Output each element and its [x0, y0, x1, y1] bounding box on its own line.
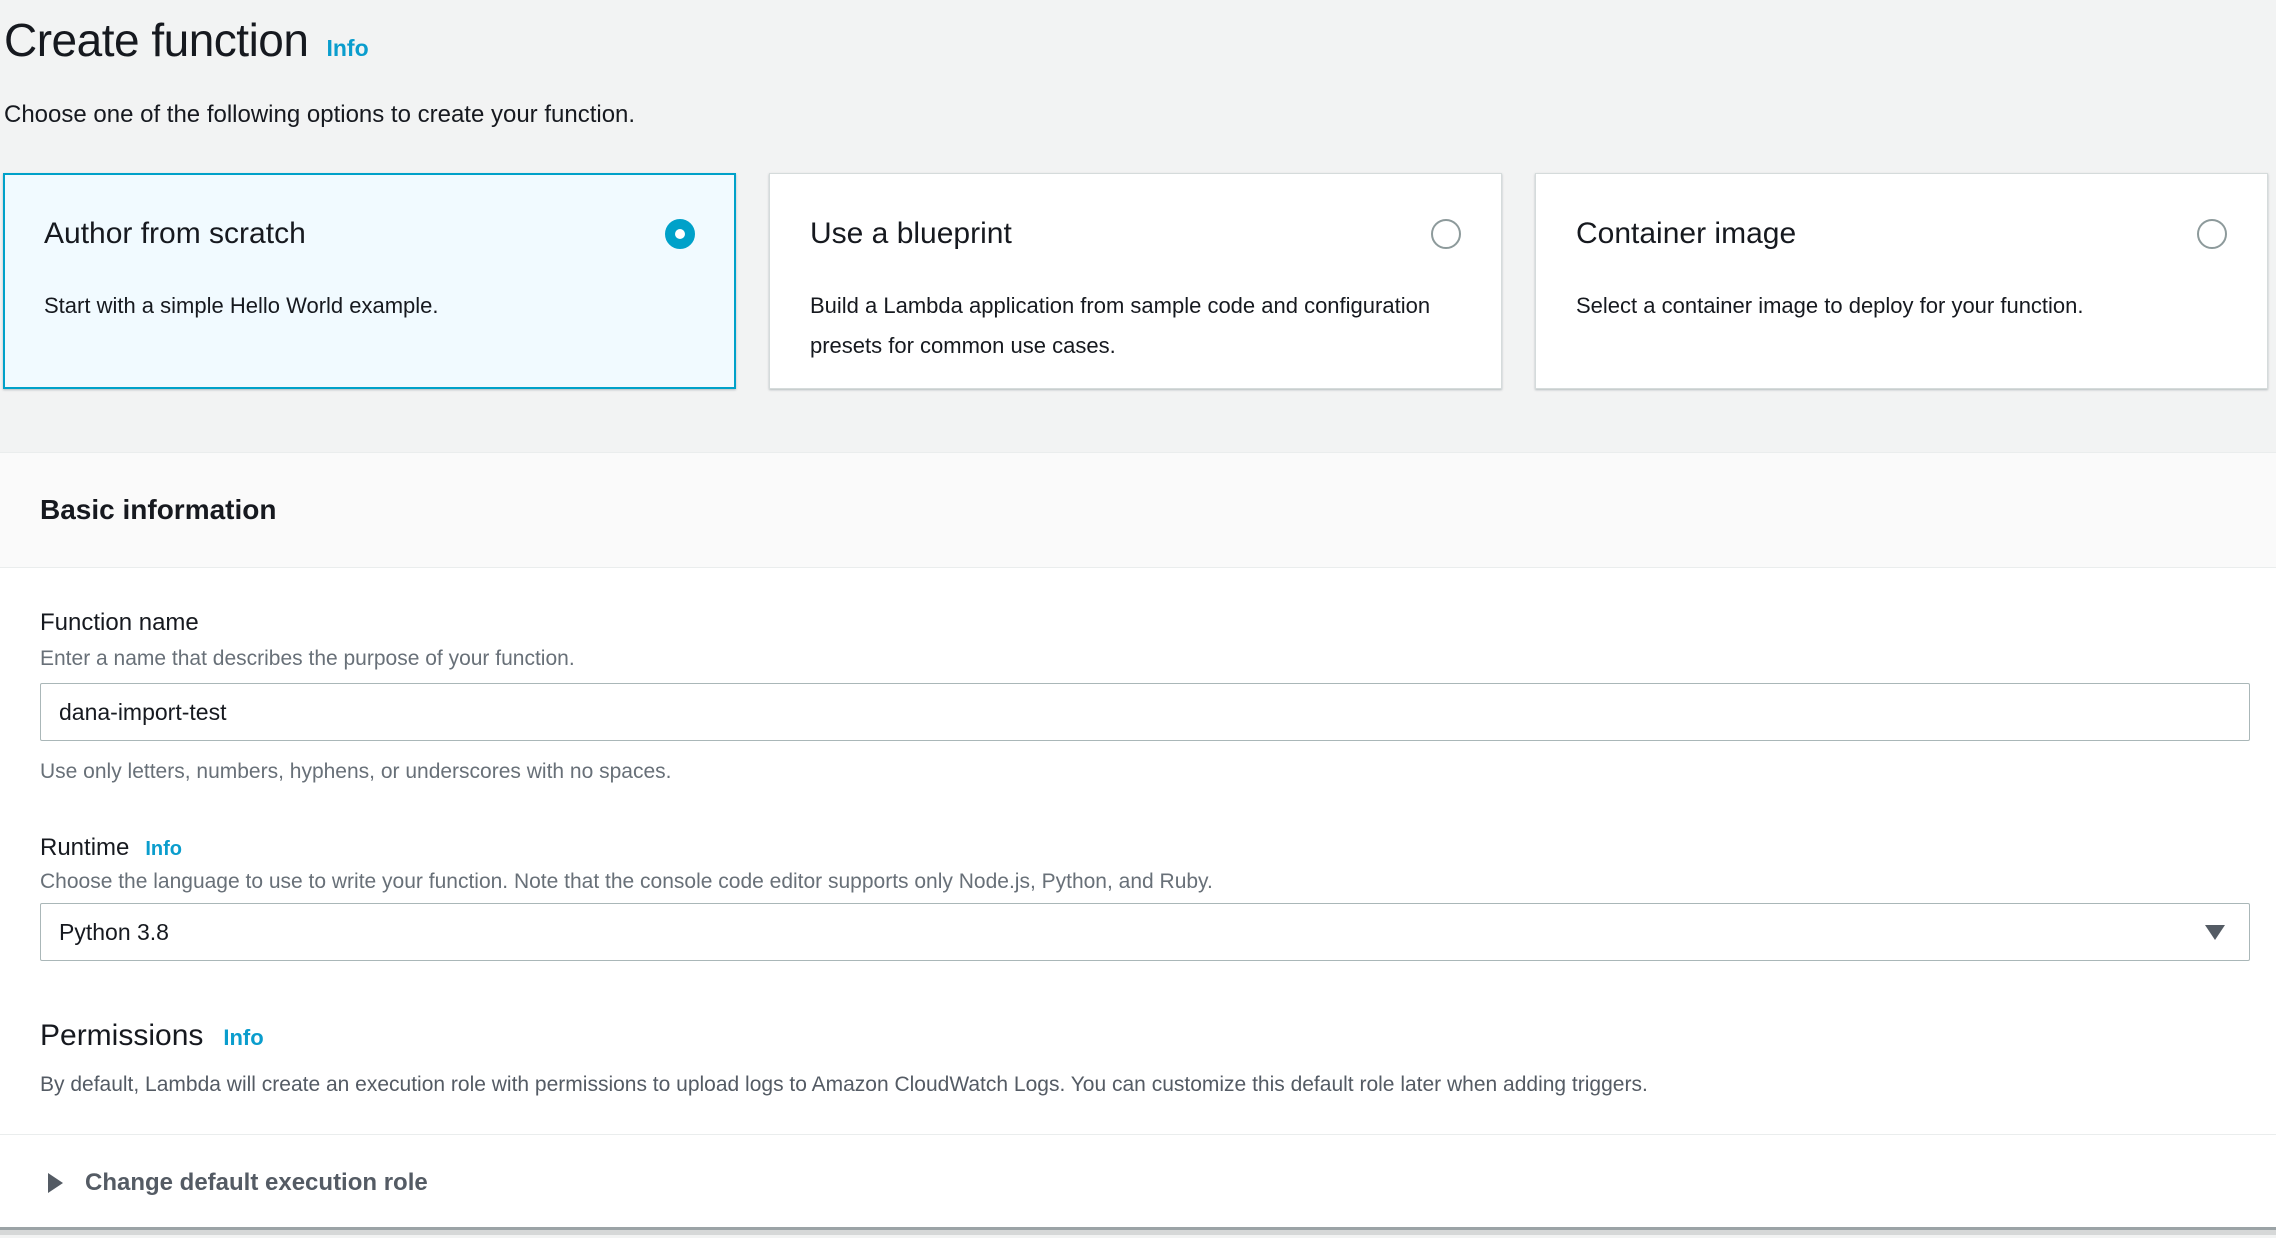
- option-card-title: Use a blueprint: [810, 216, 1012, 252]
- option-card-description: Build a Lambda application from sample c…: [810, 286, 1435, 366]
- option-card-description: Select a container image to deploy for y…: [1576, 286, 2201, 326]
- radio-unselected-icon[interactable]: [1431, 219, 1461, 249]
- option-card-container-image[interactable]: Container image Select a container image…: [1535, 173, 2268, 389]
- option-card-author-from-scratch[interactable]: Author from scratch Start with a simple …: [3, 173, 736, 389]
- permissions-heading: Permissions: [40, 1016, 203, 1056]
- change-default-execution-role-label: Change default execution role: [85, 1169, 428, 1197]
- title-row: Create function Info: [4, 12, 2276, 68]
- option-card-title: Container image: [1576, 216, 1796, 252]
- function-name-field-group: Function name Enter a name that describe…: [40, 608, 2250, 785]
- permissions-header: Permissions Info By default, Lambda will…: [40, 1016, 2250, 1098]
- permissions-description: By default, Lambda will create an execut…: [40, 1072, 2250, 1098]
- basic-information-body: Function name Enter a name that describe…: [0, 568, 2276, 1227]
- option-card-description: Start with a simple Hello World example.: [44, 286, 669, 326]
- radio-selected-icon[interactable]: [665, 219, 695, 249]
- basic-information-container: Basic information Function name Enter a …: [0, 452, 2276, 1227]
- runtime-info-link[interactable]: Info: [145, 838, 182, 861]
- page-title: Create function: [4, 12, 308, 68]
- runtime-field-group: Runtime Info Choose the language to use …: [40, 833, 2250, 961]
- basic-information-heading: Basic information: [40, 494, 276, 526]
- permissions-info-link[interactable]: Info: [223, 1025, 263, 1051]
- function-name-input[interactable]: [40, 683, 2250, 741]
- runtime-select[interactable]: Python 3.8: [40, 903, 2250, 961]
- bottom-background-strip: [0, 1230, 2276, 1235]
- page-subtitle: Choose one of the following options to c…: [4, 100, 2276, 130]
- function-name-description: Enter a name that describes the purpose …: [40, 646, 2250, 672]
- page-header: Create function Info Choose one of the f…: [0, 0, 2276, 130]
- option-card-title: Author from scratch: [44, 216, 306, 252]
- option-card-use-a-blueprint[interactable]: Use a blueprint Build a Lambda applicati…: [769, 173, 1502, 389]
- create-function-info-link[interactable]: Info: [326, 35, 368, 62]
- creation-option-cards: Author from scratch Start with a simple …: [3, 173, 2268, 389]
- expand-arrow-icon: [48, 1173, 63, 1193]
- function-name-constraint: Use only letters, numbers, hyphens, or u…: [40, 759, 2250, 785]
- runtime-selected-option: Python 3.8: [59, 919, 169, 946]
- caret-down-icon: [2205, 925, 2225, 940]
- runtime-description: Choose the language to use to write your…: [40, 869, 2250, 895]
- function-name-label: Function name: [40, 608, 2250, 638]
- runtime-label: Runtime: [40, 833, 129, 863]
- change-default-execution-role-toggle[interactable]: Change default execution role: [40, 1135, 2250, 1197]
- basic-information-header: Basic information: [0, 452, 2276, 568]
- radio-unselected-icon[interactable]: [2197, 219, 2227, 249]
